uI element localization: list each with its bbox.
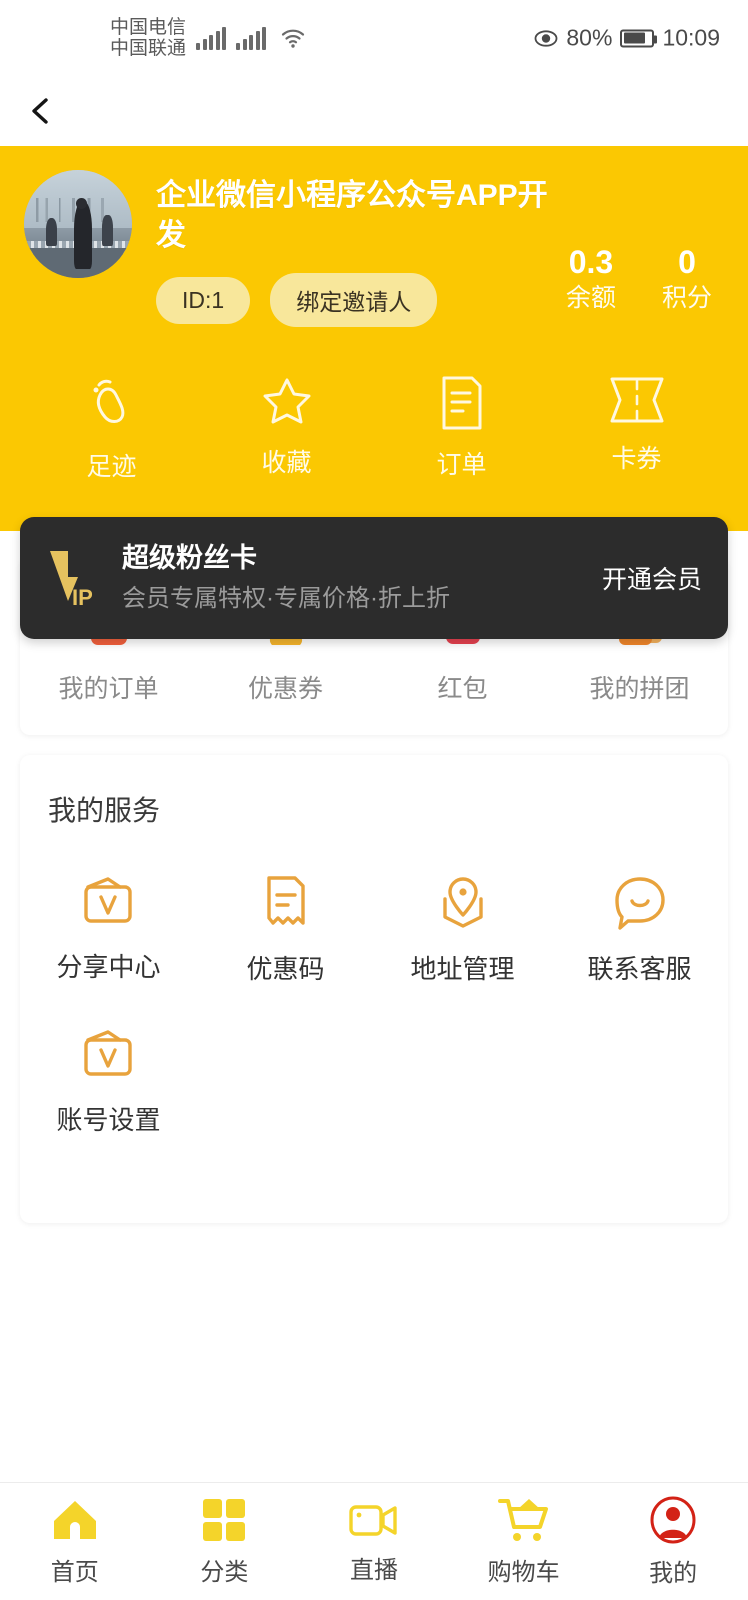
tab-label: 我的 — [649, 1559, 698, 1587]
top-navigation-bar — [0, 76, 748, 146]
content-area: 我的订单 优惠券 红包 我的拼团 我的服务 分享中心 优惠码 地址管理 联系客服… — [0, 557, 748, 1223]
quick-action-label: 足迹 — [86, 453, 137, 482]
back-arrow-icon[interactable] — [26, 96, 56, 126]
status-bar-right: 80% 10:09 — [534, 25, 720, 52]
carrier-primary: 中国电信 — [110, 16, 187, 38]
tab-label: 购物车 — [487, 1558, 560, 1586]
service-account-settings[interactable]: 账号设置 — [20, 1026, 197, 1137]
vip-logo-icon: IP — [46, 545, 108, 611]
footprint-icon — [86, 375, 138, 433]
wifi-icon — [280, 27, 306, 49]
service-customer-support[interactable]: 联系客服 — [551, 873, 728, 986]
tab-category[interactable]: 分类 — [150, 1497, 300, 1587]
signal-bars-icon-2 — [236, 26, 267, 50]
signal-bars-icon-1 — [196, 26, 227, 50]
service-label: 联系客服 — [587, 954, 692, 984]
service-label: 分享中心 — [56, 952, 161, 982]
quick-action-label: 收藏 — [261, 449, 312, 478]
stat-balance[interactable]: 0.3 余额 — [566, 242, 616, 315]
service-promo-code[interactable]: 优惠码 — [197, 873, 374, 986]
carrier-secondary: 中国联通 — [110, 38, 187, 59]
vip-text-block: 超级粉丝卡 会员专属特权·专属价格·折上折 — [122, 540, 602, 615]
services-card: 我的服务 分享中心 优惠码 地址管理 联系客服 账号设置 — [20, 755, 728, 1223]
points-label: 积分 — [661, 284, 712, 312]
services-grid: 分享中心 优惠码 地址管理 联系客服 账号设置 — [20, 873, 728, 1177]
stat-points[interactable]: 0 积分 — [662, 242, 712, 315]
battery-icon — [620, 29, 658, 47]
status-bar: 中国电信 中国联通 80% 10:09 — [0, 0, 748, 76]
user-id-badge[interactable]: ID:1 — [156, 276, 251, 324]
profile-header: 企业微信小程序公众号APP开发 ID:1 绑定邀请人 0.3 余额 0 积分 足… — [0, 146, 748, 531]
points-value: 0 — [678, 244, 696, 280]
entry-label: 我的订单 — [58, 675, 159, 703]
quick-action-coupons[interactable]: 卡券 — [549, 375, 724, 483]
battery-percent-label: 80% — [566, 24, 613, 51]
vip-subtitle: 会员专属特权·专属价格·折上折 — [122, 584, 450, 612]
quick-action-footprint[interactable]: 足迹 — [24, 375, 199, 483]
service-share-center[interactable]: 分享中心 — [20, 873, 197, 986]
services-title: 我的服务 — [48, 795, 161, 826]
bottom-tab-bar: 首页 分类 直播 购物车 我的 — [0, 1482, 748, 1600]
tab-label: 直播 — [349, 1556, 398, 1584]
quick-action-label: 卡券 — [611, 445, 662, 474]
quick-action-orders[interactable]: 订单 — [374, 375, 549, 483]
quick-action-favorites[interactable]: 收藏 — [199, 375, 374, 483]
star-icon — [260, 375, 314, 429]
profile-person-icon — [649, 1496, 697, 1544]
service-label: 账号设置 — [56, 1105, 161, 1135]
tab-home[interactable]: 首页 — [0, 1497, 150, 1587]
tab-label: 首页 — [50, 1558, 99, 1586]
quick-actions: 足迹 收藏 订单 卡券 — [24, 375, 724, 483]
live-video-icon — [348, 1499, 400, 1541]
address-pin-icon — [432, 873, 494, 931]
vip-title: 超级粉丝卡 — [122, 543, 257, 574]
tab-label: 分类 — [200, 1558, 249, 1586]
user-name: 企业微信小程序公众号APP开发 — [156, 179, 548, 252]
promo-code-icon — [259, 873, 313, 931]
shopping-cart-icon — [497, 1497, 550, 1543]
account-stats: 0.3 余额 0 积分 — [566, 242, 712, 315]
entry-label: 我的拼团 — [589, 675, 690, 703]
carrier-labels: 中国电信 中国联通 — [110, 17, 186, 60]
quick-action-label: 订单 — [436, 451, 487, 480]
category-grid-icon — [201, 1497, 247, 1543]
clock-label: 10:09 — [662, 24, 720, 51]
svg-text:IP: IP — [72, 585, 93, 610]
service-label: 地址管理 — [410, 954, 515, 984]
home-icon — [50, 1497, 100, 1543]
open-membership-button[interactable]: 开通会员 — [602, 560, 702, 596]
bind-inviter-button[interactable]: 绑定邀请人 — [270, 273, 438, 328]
order-doc-icon — [438, 375, 486, 431]
status-bar-left: 中国电信 中国联通 — [110, 17, 306, 60]
ticket-icon — [608, 375, 666, 425]
service-label: 优惠码 — [246, 954, 325, 984]
share-center-icon — [78, 873, 140, 929]
balance-value: 0.3 — [568, 244, 614, 280]
entry-label: 红包 — [437, 675, 488, 703]
vip-card[interactable]: IP 超级粉丝卡 会员专属特权·专属价格·折上折 开通会员 — [20, 517, 728, 639]
eye-care-icon — [534, 29, 558, 47]
entry-label: 优惠券 — [247, 675, 323, 703]
tab-live[interactable]: 直播 — [299, 1499, 449, 1585]
tab-profile[interactable]: 我的 — [598, 1496, 748, 1588]
customer-service-icon — [610, 873, 670, 931]
avatar[interactable] — [24, 170, 132, 278]
account-settings-icon — [78, 1026, 140, 1082]
service-address-management[interactable]: 地址管理 — [374, 873, 551, 986]
balance-label: 余额 — [565, 284, 616, 312]
tab-cart[interactable]: 购物车 — [449, 1497, 599, 1587]
